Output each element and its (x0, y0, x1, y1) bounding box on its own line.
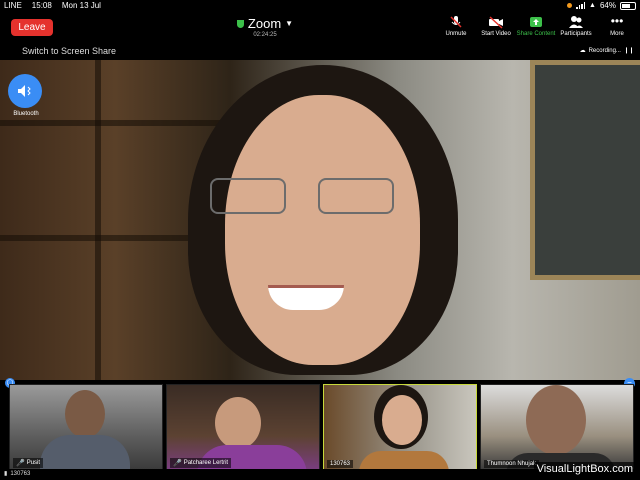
mic-off-icon (450, 16, 462, 28)
signal-icon (576, 2, 586, 9)
battery-percent: 64% (599, 1, 616, 10)
audio-bluetooth-button[interactable] (8, 74, 42, 108)
meeting-timer: 02:24:25 (253, 32, 277, 38)
participant-body (40, 435, 130, 470)
signal-bars-icon: ▮ (4, 471, 8, 477)
participant-count-label: 130763 (10, 470, 31, 477)
participant-tile-thumnoon[interactable]: Thumnoon Nhujak (480, 384, 634, 471)
participant-name-tag: 🎤 Patcharee Lertrit (170, 458, 232, 468)
carrier-label: LINE (4, 1, 22, 10)
more-dots-icon: ••• (610, 14, 624, 28)
unmute-label: Unmute (445, 31, 467, 37)
participant-name-tag: 🎤 Pusit (13, 458, 44, 468)
participant-head (382, 395, 422, 445)
participant-name: Patcharee Lertrit (183, 460, 229, 466)
meeting-title[interactable]: Zoom ▼ 02:24:25 (210, 16, 320, 38)
share-content-label: Share Content (516, 31, 556, 37)
chevron-down-icon: ▼ (285, 19, 294, 28)
participant-head (215, 397, 261, 449)
screen-share-bar: Switch to Screen Share ☁ Recording... ❙❙ (0, 44, 640, 60)
mic-off-icon: 🎤 (16, 460, 25, 467)
participants-label: Participants (560, 31, 592, 37)
participant-body (359, 451, 449, 470)
participant-name: 130763 (330, 461, 351, 467)
recording-indicator: ☁ Recording... ❙❙ (579, 47, 634, 55)
mic-in-use-icon (567, 3, 573, 8)
wifi-icon: ▲ (589, 2, 596, 9)
status-bar: LINE 15:08 Mon 13 Jul ▲ 64% (0, 0, 640, 12)
meeting-toolbar: Leave Zoom ▼ 02:24:25 Unmute Start Video… (0, 12, 640, 44)
participants-button[interactable]: Participants (556, 15, 596, 37)
active-speaker-video[interactable] (0, 60, 640, 380)
app-title: Zoom (247, 16, 282, 31)
cloud-icon: ☁ (579, 48, 586, 54)
bluetooth-label: Bluetooth (13, 111, 39, 117)
wall-mirror (530, 60, 640, 280)
pause-icon[interactable]: ❙❙ (624, 47, 634, 54)
watermark: VisualLightBox.com (533, 462, 636, 476)
leave-button[interactable]: Leave (11, 19, 53, 36)
participant-name: Thumnoon Nhujak (487, 461, 537, 467)
participant-tile-active-speaker[interactable]: 130763 (323, 384, 477, 471)
participant-count: ▮ 130763 (4, 470, 31, 478)
cabinet-frame (95, 60, 101, 380)
shield-icon (236, 19, 244, 28)
video-off-icon (489, 16, 503, 29)
participant-name-tag: Thumnoon Nhujak (484, 460, 540, 468)
recording-label: Recording... (588, 47, 621, 54)
battery-icon (620, 1, 636, 10)
switch-screen-share-link[interactable]: Switch to Screen Share (22, 46, 116, 56)
start-video-button[interactable]: Start Video (476, 15, 516, 37)
participant-head (65, 390, 105, 438)
participant-name: Pusit (26, 460, 41, 466)
participant-tile-pusit[interactable]: 🎤 Pusit (9, 384, 163, 471)
clock-time: 15:08 (31, 1, 52, 10)
speaker-glasses (210, 178, 430, 214)
speaker-face (225, 95, 420, 365)
more-button[interactable]: ••• More (597, 15, 637, 37)
share-content-button[interactable]: Share Content (516, 15, 556, 37)
participant-tile-patcharee[interactable]: 🎤 Patcharee Lertrit (166, 384, 320, 471)
clock-date: Mon 13 Jul (61, 1, 101, 10)
participants-icon (569, 16, 583, 28)
share-arrow-icon (530, 17, 542, 27)
start-video-label: Start Video (481, 31, 511, 37)
speaker-icon (18, 85, 31, 97)
more-label: More (610, 31, 624, 37)
unmute-button[interactable]: Unmute (436, 15, 476, 37)
participant-head (526, 385, 586, 455)
participant-strip: 🎤 Pusit 🎤 Patcharee Lertrit 130763 Thumn… (0, 381, 640, 471)
mic-off-icon: 🎤 (173, 460, 182, 467)
participant-name-tag: 130763 (327, 460, 354, 468)
shelf-decoration (0, 120, 230, 126)
